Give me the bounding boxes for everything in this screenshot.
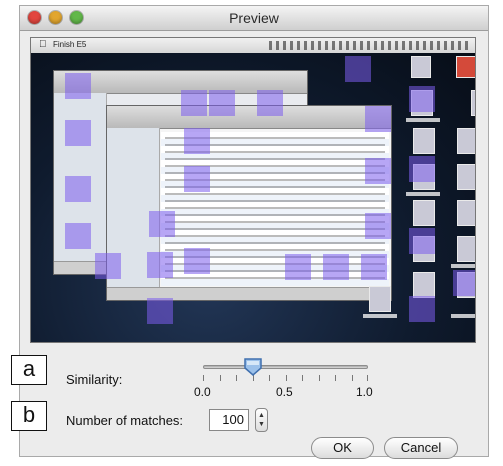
desktop-icon-label	[363, 314, 397, 318]
number-of-matches-stepper[interactable]: ▲ ▼	[255, 408, 268, 432]
slider-tick	[318, 375, 320, 381]
match-highlight	[257, 90, 283, 116]
match-highlight	[365, 213, 391, 239]
slider-tick	[203, 375, 204, 381]
match-highlight	[149, 211, 175, 237]
desktop-app-icon	[456, 56, 475, 78]
desktop-folder-icon	[471, 90, 475, 116]
slider-tick	[285, 375, 287, 381]
desktop-file-icon	[457, 164, 475, 190]
slider-tick	[236, 375, 237, 381]
preview-window: Preview  Finish E5	[19, 5, 489, 457]
match-highlight	[345, 56, 371, 82]
match-highlight	[453, 270, 475, 296]
slider-tick-label-max: 1.0	[356, 385, 373, 399]
match-highlight	[409, 156, 435, 182]
title-bar[interactable]: Preview	[20, 6, 488, 31]
similarity-slider-ticks	[203, 375, 368, 383]
match-highlight	[65, 120, 91, 146]
preview-menubar-status-icons	[269, 41, 469, 50]
window-title: Preview	[229, 10, 279, 26]
match-highlight	[365, 106, 391, 132]
match-highlight	[365, 158, 391, 184]
desktop-file-icon	[457, 200, 475, 226]
desktop-icon-label	[406, 118, 440, 122]
desktop-file-icon	[369, 286, 391, 312]
number-of-matches-field[interactable]: 100	[209, 409, 249, 431]
apple-icon: 	[39, 39, 47, 50]
ok-button[interactable]: OK	[311, 437, 374, 459]
desktop-icon-label	[451, 264, 475, 268]
desktop-file-icon	[411, 56, 431, 78]
desktop-file-icon	[413, 272, 435, 298]
slider-tick	[351, 375, 353, 381]
screenshot-preview:  Finish E5	[30, 37, 476, 343]
desktop-icon-label	[451, 314, 475, 318]
slider-tick-label-mid: 0.5	[276, 385, 293, 399]
match-highlight	[65, 223, 91, 249]
cancel-button[interactable]: Cancel	[384, 437, 458, 459]
match-highlight	[285, 254, 311, 280]
match-highlight	[209, 90, 235, 116]
slider-tick	[219, 375, 221, 381]
match-highlight	[184, 166, 210, 192]
slider-tick-label-min: 0.0	[194, 385, 211, 399]
match-highlight	[409, 228, 435, 254]
callout-b: b	[11, 401, 47, 431]
desktop-file-icon	[457, 128, 475, 154]
callout-a: a	[11, 355, 47, 385]
match-highlight	[147, 298, 173, 324]
match-highlight	[184, 248, 210, 274]
desktop-file-icon	[457, 236, 475, 262]
match-highlight	[361, 254, 387, 280]
preview-menubar-app: Finish E5	[53, 40, 87, 49]
match-highlight	[147, 252, 173, 278]
match-highlight	[323, 254, 349, 280]
match-highlight	[181, 90, 207, 116]
match-highlight	[65, 176, 91, 202]
slider-tick	[269, 375, 270, 381]
slider-tick	[367, 375, 368, 381]
match-highlight	[184, 128, 210, 154]
stepper-down-icon[interactable]: ▼	[258, 421, 265, 428]
desktop-file-icon	[413, 128, 435, 154]
number-of-matches-label: Number of matches:	[66, 413, 184, 428]
slider-tick	[302, 375, 303, 381]
match-highlight	[95, 253, 121, 279]
match-highlight	[65, 73, 91, 99]
slider-tick	[335, 375, 336, 381]
desktop-file-icon	[413, 200, 435, 226]
preview-menubar:  Finish E5	[31, 38, 475, 54]
finder-toolbar	[107, 106, 391, 129]
match-highlight	[409, 296, 435, 322]
match-highlight	[409, 86, 435, 112]
stepper-up-icon[interactable]: ▲	[258, 412, 265, 419]
similarity-slider-knob[interactable]	[243, 357, 263, 377]
similarity-label: Similarity:	[66, 372, 123, 387]
desktop-icon-label	[406, 192, 440, 196]
similarity-slider-track[interactable]	[203, 365, 368, 369]
